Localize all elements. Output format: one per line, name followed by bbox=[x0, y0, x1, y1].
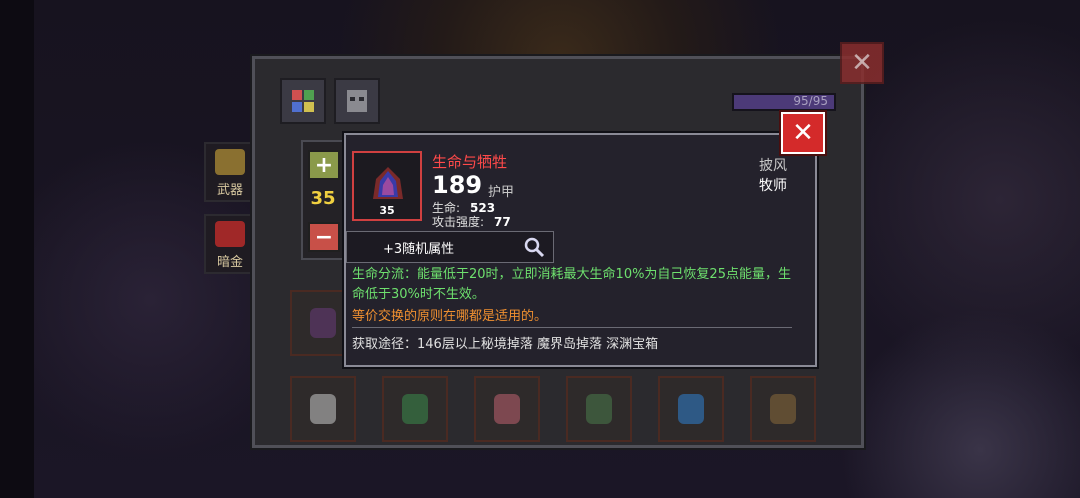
dark-gold-tab-icon bbox=[215, 221, 245, 247]
minus-icon: − bbox=[314, 224, 334, 250]
tooltip-close-button[interactable]: ✕ bbox=[781, 112, 825, 154]
magnifier-icon[interactable] bbox=[523, 236, 545, 258]
close-icon: ✕ bbox=[792, 118, 814, 148]
capacity-text: 95/95 bbox=[793, 94, 828, 108]
plus-icon: + bbox=[314, 152, 334, 178]
increase-button[interactable]: + bbox=[308, 150, 340, 180]
random-attribute-row[interactable]: +3随机属性 bbox=[346, 231, 554, 263]
grid-icon bbox=[292, 90, 314, 112]
random-attribute-label: +3随机属性 bbox=[383, 241, 455, 257]
armor-label: 护甲 bbox=[488, 185, 515, 200]
item-slot[interactable] bbox=[750, 376, 816, 442]
capacity-bar: 95/95 bbox=[732, 93, 836, 111]
tab-weapon-label: 武器 bbox=[216, 183, 243, 198]
item-tooltip: 35 生命与牺牲 189 护甲 生命: 523 攻击强度: 77 披风 牧师 +3随… bbox=[344, 133, 817, 367]
helmet-icon bbox=[347, 90, 367, 112]
cloak-item-icon bbox=[310, 308, 336, 338]
left-edge bbox=[0, 0, 34, 498]
item-slot[interactable] bbox=[566, 376, 632, 442]
stat-label: 攻击强度: bbox=[432, 215, 485, 229]
armor-value: 189 bbox=[432, 171, 483, 199]
panel-close-button[interactable]: ✕ bbox=[840, 42, 884, 84]
item-icon bbox=[586, 394, 612, 424]
character-tab-icon[interactable] bbox=[334, 78, 380, 124]
item-name: 生命与牺牲 bbox=[432, 153, 508, 171]
item-icon bbox=[402, 394, 428, 424]
item-icon bbox=[770, 394, 796, 424]
item-level: 35 bbox=[379, 204, 395, 217]
item-slot[interactable] bbox=[658, 376, 724, 442]
inventory-tab-icon[interactable] bbox=[280, 78, 326, 124]
effect-description: 生命分流：能量低于20时，立即消耗最大生命10%为自己恢复25点能量，生命低于3… bbox=[352, 267, 791, 302]
tab-weapon[interactable]: 武器 bbox=[204, 142, 256, 202]
slot-type: 披风 bbox=[759, 158, 787, 174]
weapon-tab-icon bbox=[215, 149, 245, 175]
item-icon bbox=[310, 394, 336, 424]
quantity-stepper: + 35 − bbox=[301, 140, 345, 260]
item-icon bbox=[494, 394, 520, 424]
decrease-button[interactable]: − bbox=[308, 222, 340, 252]
item-slot[interactable] bbox=[382, 376, 448, 442]
close-icon: ✕ bbox=[851, 48, 873, 78]
item-portrait: 35 bbox=[352, 151, 422, 221]
quantity-value: 35 bbox=[310, 188, 336, 209]
stat-line: 攻击强度: 77 bbox=[432, 213, 511, 230]
flavor-text: 等价交换的原则在哪都是适用的。 bbox=[352, 309, 548, 324]
tab-dark-gold-label: 暗金 bbox=[216, 255, 243, 270]
class-type: 牧师 bbox=[759, 178, 787, 194]
item-slot[interactable] bbox=[290, 376, 356, 442]
drop-source: 获取途径：146层以上秘境掉落 魔界岛掉落 深渊宝箱 bbox=[352, 337, 659, 352]
divider bbox=[352, 327, 792, 328]
cloak-icon bbox=[373, 167, 403, 199]
stat-value: 77 bbox=[494, 215, 511, 229]
item-slot[interactable] bbox=[474, 376, 540, 442]
tab-dark-gold[interactable]: 暗金 bbox=[204, 214, 256, 274]
item-icon bbox=[678, 394, 704, 424]
